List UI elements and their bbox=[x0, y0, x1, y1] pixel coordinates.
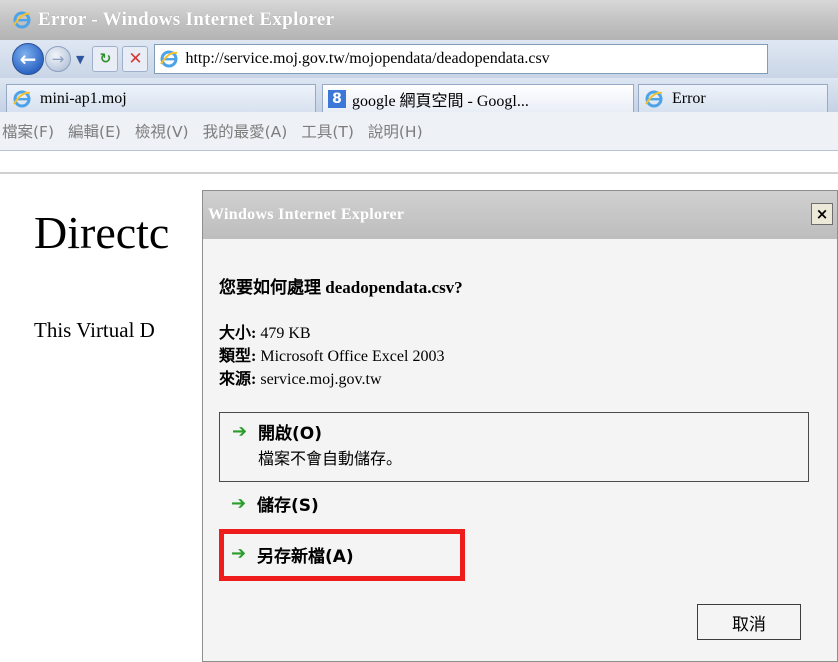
save-option-button[interactable]: ➔ 儲存(S) bbox=[219, 487, 519, 519]
forward-arrow-icon[interactable]: → bbox=[45, 46, 71, 72]
chevron-down-icon[interactable]: ▼ bbox=[76, 53, 84, 66]
menu-file[interactable]: 檔案(F) bbox=[2, 120, 54, 142]
file-source-info: 來源: service.moj.gov.tw bbox=[219, 365, 382, 389]
save-option-label: 儲存(S) bbox=[257, 496, 319, 516]
address-url[interactable]: http://service.moj.gov.tw/mojopendata/de… bbox=[185, 50, 549, 68]
file-type-info: 類型: Microsoft Office Excel 2003 bbox=[219, 342, 444, 366]
ie-icon bbox=[13, 90, 31, 107]
open-option-label: 開啟(O) bbox=[258, 424, 322, 444]
menu-tools[interactable]: 工具(T) bbox=[301, 120, 354, 142]
tab-mini-ap1[interactable]: mini-ap1.moj bbox=[6, 84, 316, 112]
dialog-question: 您要如何處理 deadopendata.csv? bbox=[219, 278, 463, 297]
open-option-button[interactable]: ➔ 開啟(O) 檔案不會自動儲存。 bbox=[219, 412, 809, 482]
menu-help[interactable]: 說明(H) bbox=[368, 120, 423, 142]
red-highlight-box bbox=[219, 529, 465, 581]
ie-icon bbox=[13, 11, 31, 29]
window-titlebar: Error - Windows Internet Explorer bbox=[0, 0, 838, 40]
menu-bar: 檔案(F) 編輯(E) 檢視(V) 我的最愛(A) 工具(T) 說明(H) bbox=[0, 112, 838, 151]
dialog-title: Windows Internet Explorer bbox=[208, 206, 405, 223]
close-icon[interactable]: × bbox=[811, 203, 833, 225]
address-toolbar: ← → ▼ ↻ ✕ http://service.moj.gov.tw/mojo… bbox=[0, 40, 838, 78]
green-arrow-icon: ➔ bbox=[231, 493, 247, 514]
info-key: 來源: bbox=[219, 371, 257, 388]
file-download-dialog: Windows Internet Explorer × 您要如何處理 deado… bbox=[202, 190, 838, 662]
ie-icon bbox=[645, 90, 663, 107]
menu-view[interactable]: 檢視(V) bbox=[135, 120, 189, 142]
address-bar[interactable]: http://service.moj.gov.tw/mojopendata/de… bbox=[154, 44, 769, 74]
tab-label: mini-ap1.moj bbox=[40, 89, 127, 107]
content-divider bbox=[0, 172, 838, 174]
menu-edit[interactable]: 編輯(E) bbox=[68, 120, 121, 142]
tab-strip: mini-ap1.moj 8 google 網頁空間 - Googl... Er… bbox=[0, 78, 838, 112]
green-arrow-icon: ➔ bbox=[232, 421, 248, 442]
window-title: Error - Windows Internet Explorer bbox=[38, 9, 335, 30]
info-value: service.moj.gov.tw bbox=[256, 371, 382, 388]
tab-error[interactable]: Error bbox=[638, 84, 828, 112]
info-key: 大小: bbox=[219, 325, 257, 342]
stop-icon[interactable]: ✕ bbox=[122, 46, 149, 72]
cancel-button[interactable]: 取消 bbox=[697, 604, 801, 640]
tab-google[interactable]: 8 google 網頁空間 - Googl... bbox=[322, 84, 634, 112]
menu-favorites[interactable]: 我的最愛(A) bbox=[203, 120, 288, 142]
page-heading: Directc bbox=[34, 207, 170, 258]
page-text: This Virtual D bbox=[34, 318, 155, 342]
info-value: 479 KB bbox=[256, 325, 311, 342]
ie-icon bbox=[160, 50, 178, 68]
refresh-icon[interactable]: ↻ bbox=[92, 46, 119, 72]
info-value: Microsoft Office Excel 2003 bbox=[256, 348, 445, 365]
back-arrow-icon[interactable]: ← bbox=[12, 43, 44, 75]
open-option-description: 檔案不會自動儲存。 bbox=[258, 449, 403, 468]
tab-label: Error bbox=[672, 89, 706, 107]
tab-label: google 網頁空間 - Googl... bbox=[352, 92, 529, 110]
info-key: 類型: bbox=[219, 348, 257, 365]
file-size-info: 大小: 479 KB bbox=[219, 319, 311, 343]
google-icon: 8 bbox=[328, 89, 346, 108]
dialog-titlebar: Windows Internet Explorer × bbox=[203, 191, 837, 239]
